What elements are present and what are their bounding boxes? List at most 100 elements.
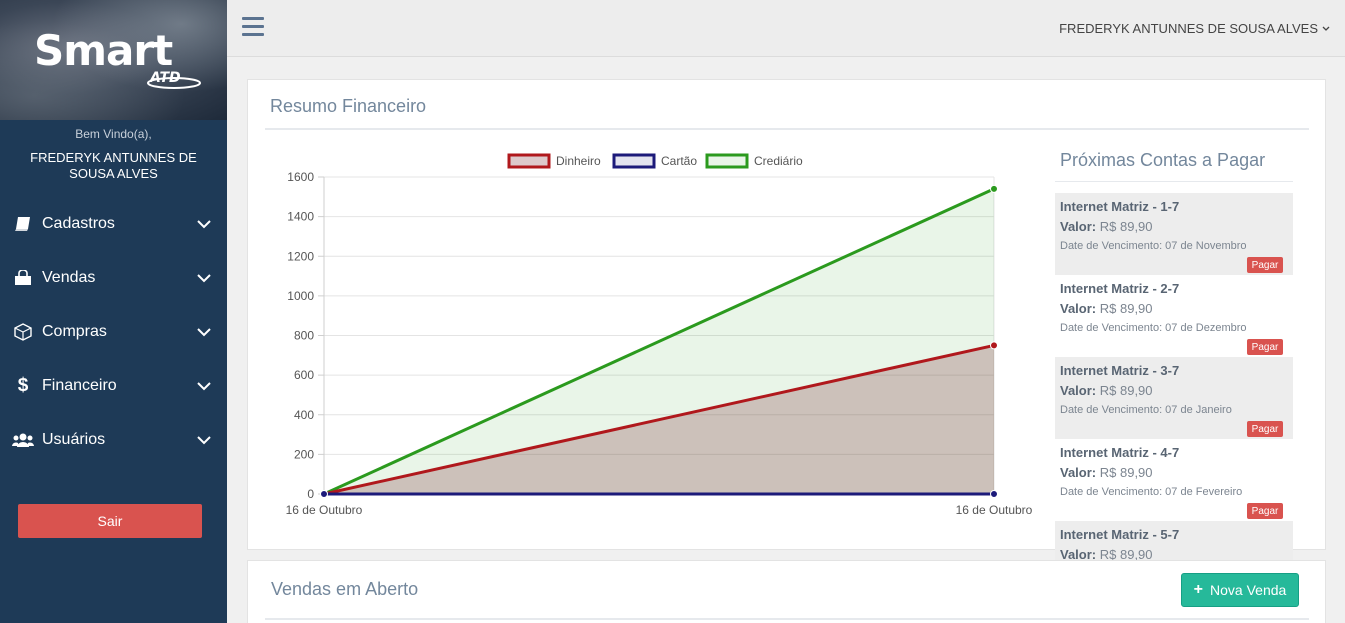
bill-item: Internet Matriz - 2-7 Valor: R$ 89,90 Date… — [1055, 275, 1293, 357]
panel-title: Vendas em Aberto — [271, 579, 419, 599]
bill-value-label: Valor: — [1060, 301, 1097, 316]
bill-value-label: Valor: — [1060, 383, 1097, 398]
welcome-text: Bem Vindo(a), — [75, 127, 152, 141]
bill-value-amount: R$ 89,90 — [1099, 383, 1153, 398]
bill-value-amount: R$ 89,90 — [1099, 301, 1153, 316]
legend-label: Cartão — [661, 154, 697, 168]
open-sales-panel: Vendas em Aberto + Nova Venda — [247, 560, 1326, 623]
new-sale-button[interactable]: + Nova Venda — [1181, 573, 1299, 607]
panel-title: Resumo Financeiro — [270, 96, 427, 116]
shopping-bag-icon — [12, 268, 34, 288]
users-icon — [12, 430, 34, 450]
y-tick-label: 400 — [294, 408, 314, 422]
data-point — [320, 490, 328, 498]
bills-title: Próximas Contas a Pagar — [1060, 150, 1266, 170]
sidebar: Smart ATD Bem Vindo(a), FREDERYK ANTUNNE… — [0, 0, 227, 623]
logout-button[interactable]: Sair — [18, 504, 202, 538]
sidebar-item-cadastros[interactable]: Cadastros — [0, 197, 227, 251]
bill-value-label: Valor: — [1060, 465, 1097, 480]
sidebar-item-label: Usuários — [42, 431, 106, 448]
sidebar-username: FREDERYK ANTUNNES DE SOUSA ALVES — [30, 150, 197, 181]
new-sale-label: Nova Venda — [1210, 582, 1287, 598]
bill-name: Internet Matriz - 5-7 — [1060, 527, 1180, 542]
dollar-icon: $ — [17, 375, 29, 396]
bill-value: Valor: R$ 89,90 — [1060, 547, 1288, 561]
legend-swatch — [507, 153, 551, 169]
divider — [265, 128, 1309, 130]
bill-name: Internet Matriz - 4-7 — [1060, 445, 1180, 460]
sidebar-item-compras[interactable]: Compras — [0, 305, 227, 359]
bill-name: Internet Matriz - 3-7 — [1060, 363, 1180, 378]
y-tick-label: 1000 — [287, 289, 314, 303]
sidebar-item-label: Compras — [42, 323, 107, 340]
bill-value: Valor: R$ 89,90 — [1060, 465, 1288, 480]
chevron-down-icon — [195, 219, 213, 229]
logo-sub: ATD — [150, 70, 181, 86]
data-point — [990, 341, 998, 350]
y-tick-label: 600 — [294, 368, 314, 382]
bill-due-date: Date de Vencimento: 07 de Janeiro — [1060, 404, 1232, 416]
logo[interactable]: Smart ATD — [34, 26, 204, 96]
brand-header: Smart ATD — [0, 0, 227, 120]
sidebar-nav: Cadastros Vendas Compras $ Financeiro Us… — [0, 197, 227, 467]
chevron-down-icon — [195, 381, 213, 391]
sidebar-item-vendas[interactable]: Vendas — [0, 251, 227, 305]
chevron-down-icon — [195, 327, 213, 337]
bill-value-amount: R$ 89,90 — [1099, 219, 1153, 234]
plus-icon: + — [1193, 581, 1204, 598]
data-point — [990, 184, 998, 193]
bill-item: Internet Matriz - 1-7 Valor: R$ 89,90 Date… — [1055, 193, 1293, 275]
book-icon — [12, 214, 34, 234]
user-menu[interactable]: FREDERYK ANTUNNES DE SOUSA ALVES — [1059, 21, 1330, 36]
chevron-down-icon — [1322, 24, 1330, 34]
bill-value: Valor: R$ 89,90 — [1060, 219, 1288, 234]
y-tick-label: 200 — [294, 447, 314, 461]
legend-label: Dinheiro — [556, 154, 601, 168]
bill-due-date: Date de Vencimento: 07 de Fevereiro — [1060, 486, 1243, 498]
bill-name: Internet Matriz - 1-7 — [1060, 199, 1180, 214]
bill-value-amount: R$ 89,90 — [1099, 465, 1153, 480]
pay-button[interactable]: Pagar — [1247, 339, 1283, 355]
sidebar-item-label: Vendas — [42, 269, 96, 286]
bill-value-label: Valor: — [1060, 219, 1097, 234]
chevron-down-icon — [195, 273, 213, 283]
bill-value: Valor: R$ 89,90 — [1060, 383, 1288, 398]
pay-button[interactable]: Pagar — [1247, 503, 1283, 519]
financial-chart: 0 200 400 600 800 1000 1200 1400 1600 16 de Outub… — [286, 153, 1033, 517]
bill-name: Internet Matriz - 2-7 — [1060, 281, 1180, 296]
legend-swatch — [612, 153, 656, 169]
legend-label: Crediário — [754, 154, 803, 168]
x-tick-label: 16 de Outubro — [286, 503, 363, 517]
y-tick-label: 1200 — [287, 249, 314, 263]
chevron-down-icon — [195, 435, 213, 445]
divider — [1055, 181, 1293, 182]
sidebar-item-financeiro[interactable]: $ Financeiro — [0, 359, 227, 413]
bill-due-date: Date de Vencimento: 07 de Dezembro — [1060, 322, 1247, 334]
user-menu-name: FREDERYK ANTUNNES DE SOUSA ALVES — [1059, 21, 1318, 36]
bill-item: Internet Matriz - 5-7 Valor: R$ 89,90 — [1055, 521, 1293, 561]
x-tick-label: 16 de Outubro — [956, 503, 1033, 517]
bill-item: Internet Matriz - 3-7 Valor: R$ 89,90 Date… — [1055, 357, 1293, 439]
bill-item: Internet Matriz - 4-7 Valor: R$ 89,90 Date… — [1055, 439, 1293, 521]
y-tick-label: 800 — [294, 329, 314, 343]
y-tick-label: 1400 — [287, 210, 314, 224]
financial-summary-panel: Resumo Financeiro 0 200 400 600 800 1000 1200 1… — [247, 79, 1326, 561]
legend-swatch — [705, 153, 749, 169]
sidebar-item-label: Cadastros — [42, 215, 115, 232]
sidebar-item-usuarios[interactable]: Usuários — [0, 413, 227, 467]
top-bar: FREDERYK ANTUNNES DE SOUSA ALVES — [227, 0, 1345, 57]
y-tick-label: 0 — [307, 487, 314, 501]
pay-button[interactable]: Pagar — [1247, 421, 1283, 437]
data-point — [990, 490, 998, 498]
bill-value: Valor: R$ 89,90 — [1060, 301, 1288, 316]
divider — [265, 618, 1309, 620]
bill-value-amount: R$ 89,90 — [1099, 547, 1153, 561]
menu-toggle-icon[interactable] — [242, 17, 264, 37]
y-tick-label: 1600 — [287, 170, 314, 184]
bills-list: Internet Matriz - 1-7 Valor: R$ 89,90 Date… — [1055, 193, 1293, 561]
sidebar-item-label: Financeiro — [42, 377, 117, 394]
cube-icon — [12, 322, 34, 342]
pay-button[interactable]: Pagar — [1247, 257, 1283, 273]
bill-due-date: Date de Vencimento: 07 de Novembro — [1060, 240, 1247, 252]
bill-value-label: Valor: — [1060, 547, 1097, 561]
